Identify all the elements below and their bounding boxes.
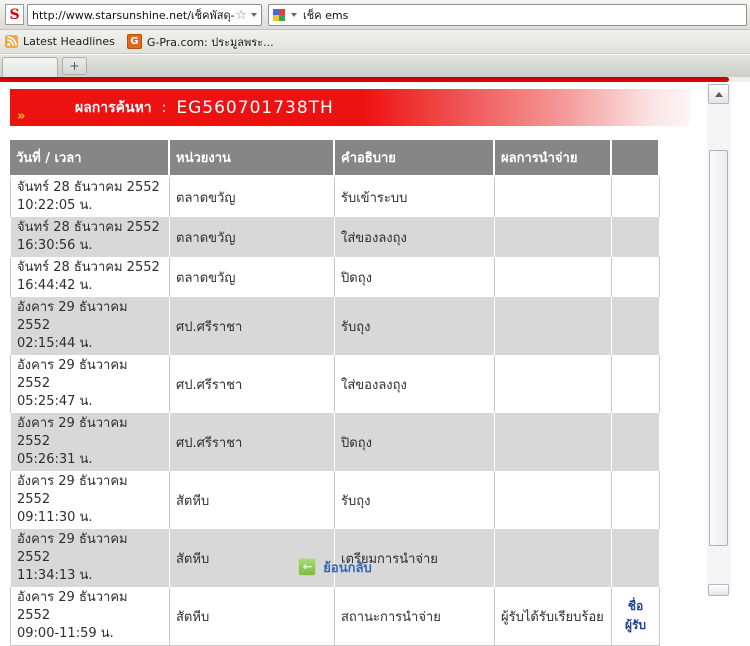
header-description: คำอธิบาย <box>335 140 495 177</box>
cell-result <box>495 177 612 217</box>
search-result-header: » ผลการค้นหา : EG560701738TH <box>10 89 690 126</box>
vertical-scrollbar <box>707 83 731 592</box>
header-unit: หน่วยงาน <box>170 140 335 177</box>
recipient-name-link[interactable]: ชื่อผู้รับ <box>625 599 646 632</box>
navigation-toolbar: S http://www.starsunshine.net/เช็คพัสดุ-… <box>0 0 750 30</box>
scrollbar-thumb[interactable] <box>709 150 728 546</box>
bookmark-star-icon[interactable]: ☆ <box>235 9 247 22</box>
page-content: » ผลการค้นหา : EG560701738TH วันที่ / เว… <box>0 82 750 592</box>
cell-unit: สัตหีบ <box>170 471 335 529</box>
table-row: อังคาร 29 ธันวาคม 255202:15:44 น. ศป.ศรี… <box>10 297 660 355</box>
bookmark-label: Latest Headlines <box>23 35 115 48</box>
result-header-label: ผลการค้นหา <box>75 97 152 119</box>
header-result: ผลการนำจ่าย <box>495 140 612 177</box>
table-header-row: วันที่ / เวลา หน่วยงาน คำอธิบาย ผลการนำจ… <box>10 140 660 177</box>
cell-unit: ศป.ศรีราชา <box>170 355 335 413</box>
cell-description: ปิดถุง <box>335 257 495 297</box>
gpra-icon: G <box>127 34 142 49</box>
bookmark-latest-headlines[interactable]: Latest Headlines <box>5 35 115 48</box>
bookmarks-toolbar: Latest Headlines G G-Pra.com: ประมูลพระ.… <box>0 30 750 54</box>
cell-result <box>495 297 612 355</box>
cell-description: รับถุง <box>335 471 495 529</box>
cell-recipient <box>612 355 660 413</box>
back-button-label: ย้อนกลับ <box>323 557 371 578</box>
table-row: จันทร์ 28 ธันวาคม 255210:22:05 น. ตลาดขว… <box>10 177 660 217</box>
back-button[interactable]: ← ย้อนกลับ <box>298 557 371 578</box>
cell-unit: ตลาดขวัญ <box>170 177 335 217</box>
tab-bar: + <box>0 54 750 77</box>
back-arrow-icon: ← <box>298 558 316 576</box>
cell-recipient <box>612 471 660 529</box>
new-tab-button[interactable]: + <box>62 57 87 75</box>
cell-unit: ตลาดขวัญ <box>170 257 335 297</box>
cell-description: สถานะการนำจ่าย <box>335 587 495 646</box>
cell-recipient <box>612 413 660 471</box>
back-navigation: ← ย้อนกลับ <box>10 555 660 578</box>
cell-unit: ศป.ศรีราชา <box>170 297 335 355</box>
scrollbar-up-button[interactable] <box>708 84 729 104</box>
bookmark-label: G-Pra.com: ประมูลพระ... <box>147 33 274 51</box>
table-row: จันทร์ 28 ธันวาคม 255216:44:42 น. ตลาดขว… <box>10 257 660 297</box>
cell-description: ใส่ของลงถุง <box>335 355 495 413</box>
favicon-letter: S <box>9 7 19 23</box>
cell-result <box>495 257 612 297</box>
scrollbar-down-button[interactable] <box>708 584 729 596</box>
cell-result <box>495 355 612 413</box>
cell-recipient <box>612 217 660 257</box>
cell-recipient: ชื่อผู้รับ <box>612 587 660 646</box>
bookmark-gpra[interactable]: G G-Pra.com: ประมูลพระ... <box>127 33 274 51</box>
table-row: อังคาร 29 ธันวาคม 255209:11:30 น. สัตหีบ… <box>10 471 660 529</box>
cell-recipient <box>612 297 660 355</box>
cell-description: รับเข้าระบบ <box>335 177 495 217</box>
header-blank <box>612 140 660 177</box>
result-header-separator: : <box>162 100 167 116</box>
search-bar[interactable]: เช็ค ems <box>268 4 747 26</box>
url-dropdown-caret-icon[interactable] <box>251 13 257 17</box>
table-row: อังคาร 29 ธันวาคม 255205:25:47 น. ศป.ศรี… <box>10 355 660 413</box>
site-favicon: S <box>5 4 24 25</box>
cell-recipient <box>612 177 660 217</box>
cell-result: ผู้รับได้รับเรียบร้อย <box>495 587 612 646</box>
url-text: http://www.starsunshine.net/เช็คพัสดุ-EM… <box>32 6 235 24</box>
rss-icon <box>5 35 18 48</box>
cell-result <box>495 217 612 257</box>
url-bar[interactable]: http://www.starsunshine.net/เช็คพัสดุ-EM… <box>27 4 262 26</box>
cell-result <box>495 471 612 529</box>
search-text: เช็ค ems <box>303 6 742 24</box>
table-row: จันทร์ 28 ธันวาคม 255216:30:56 น. ตลาดขว… <box>10 217 660 257</box>
cell-unit: สัตหีบ <box>170 587 335 646</box>
cell-datetime: จันทร์ 28 ธันวาคม 255216:30:56 น. <box>10 217 170 257</box>
cell-datetime: อังคาร 29 ธันวาคม 255205:25:47 น. <box>10 355 170 413</box>
cell-unit: ศป.ศรีราชา <box>170 413 335 471</box>
table-row: อังคาร 29 ธันวาคม 255209:00-11:59 น. สัต… <box>10 587 660 646</box>
header-datetime: วันที่ / เวลา <box>10 140 170 177</box>
cell-datetime: อังคาร 29 ธันวาคม 255209:00-11:59 น. <box>10 587 170 646</box>
browser-tab[interactable] <box>2 57 58 77</box>
cell-description: รับถุง <box>335 297 495 355</box>
cell-datetime: จันทร์ 28 ธันวาคม 255210:22:05 น. <box>10 177 170 217</box>
cell-result <box>495 413 612 471</box>
cell-description: ปิดถุง <box>335 413 495 471</box>
cell-datetime: อังคาร 29 ธันวาคม 255202:15:44 น. <box>10 297 170 355</box>
cell-datetime: จันทร์ 28 ธันวาคม 255216:44:42 น. <box>10 257 170 297</box>
tracking-number: EG560701738TH <box>176 98 333 118</box>
google-icon <box>273 9 285 21</box>
up-arrow-icon <box>715 92 723 97</box>
cell-unit: ตลาดขวัญ <box>170 217 335 257</box>
chevron-double-icon: » <box>17 109 25 124</box>
cell-recipient <box>612 257 660 297</box>
cell-datetime: อังคาร 29 ธันวาคม 255209:11:30 น. <box>10 471 170 529</box>
table-row: อังคาร 29 ธันวาคม 255205:26:31 น. ศป.ศรี… <box>10 413 660 471</box>
search-engine-dropdown-caret-icon[interactable] <box>291 13 297 17</box>
cell-description: ใส่ของลงถุง <box>335 217 495 257</box>
cell-datetime: อังคาร 29 ธันวาคม 255205:26:31 น. <box>10 413 170 471</box>
